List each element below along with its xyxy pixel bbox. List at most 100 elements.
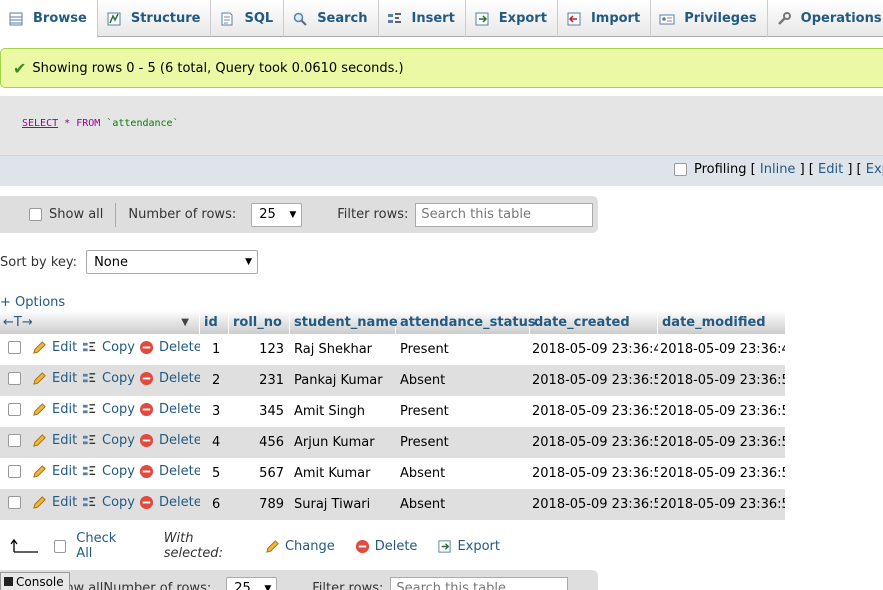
cell-date-modified[interactable]: 2018-05-09 23:36:50 (658, 466, 785, 481)
inline-link[interactable]: Inline (760, 162, 796, 177)
tab-insert[interactable]: Insert (379, 0, 466, 37)
console-button[interactable]: Console (0, 572, 70, 590)
column-header-date-modified[interactable]: date_modified (658, 310, 785, 334)
table-row[interactable]: Edit Copy Delete 2 231 Pankaj Kumar Absent 2018… (0, 365, 785, 396)
cell-student-name[interactable]: Arjun Kumar (290, 435, 396, 450)
show-all-checkbox[interactable] (29, 208, 42, 221)
cell-roll-no[interactable]: 345 (229, 404, 290, 419)
copy-row-button[interactable]: Copy (82, 340, 135, 355)
row-checkbox[interactable] (8, 341, 21, 354)
copy-row-button[interactable]: Copy (82, 495, 135, 510)
edit-row-button[interactable]: Edit (32, 433, 77, 448)
column-header-roll-no[interactable]: roll_no (229, 310, 290, 334)
cell-date-created[interactable]: 2018-05-09 23:36:50 (530, 466, 658, 481)
table-row[interactable]: Edit Copy Delete 6 789 Suraj Tiwari Absent 2018… (0, 489, 785, 520)
cell-date-modified[interactable]: 2018-05-09 23:36:50 (658, 373, 785, 388)
cell-date-created[interactable]: 2018-05-09 23:36:49 (530, 342, 658, 357)
cell-id[interactable]: 4 (200, 435, 229, 450)
cell-date-modified[interactable]: 2018-05-09 23:36:50 (658, 435, 785, 450)
cell-roll-no[interactable]: 231 (229, 373, 290, 388)
export-selected-button[interactable]: Export (437, 539, 500, 554)
table-row[interactable]: Edit Copy Delete 1 123 Raj Shekhar Present 2018… (0, 334, 785, 365)
cell-id[interactable]: 3 (200, 404, 229, 419)
tab-search[interactable]: Search (284, 0, 379, 37)
filter-rows-input[interactable]: Search this table (415, 202, 594, 227)
check-all-checkbox[interactable] (54, 539, 67, 553)
column-header-attendance-status[interactable]: attendance_status (396, 310, 536, 334)
cell-date-created[interactable]: 2018-05-09 23:36:50 (530, 373, 658, 388)
number-of-rows-select[interactable]: 25 ▼ (251, 202, 303, 227)
cell-roll-no[interactable]: 456 (229, 435, 290, 450)
copy-row-button[interactable]: Copy (82, 402, 135, 417)
cell-attendance-status[interactable]: Present (396, 404, 530, 419)
copy-row-button[interactable]: Copy (82, 371, 135, 386)
copy-row-button[interactable]: Copy (82, 433, 135, 448)
tab-privileges[interactable]: Privileges (651, 0, 768, 37)
delete-row-button[interactable]: Delete (139, 371, 200, 386)
check-all-link[interactable]: Check All (76, 531, 132, 561)
explain-link[interactable]: Explain (866, 162, 883, 177)
delete-row-button[interactable]: Delete (139, 340, 200, 355)
cell-date-modified[interactable]: 2018-05-09 23:36:51 (658, 497, 785, 512)
edit-query-link[interactable]: Edit (818, 162, 843, 177)
cell-id[interactable]: 2 (200, 373, 229, 388)
table-row[interactable]: Edit Copy Delete 4 456 Arjun Kumar Present 2018… (0, 427, 785, 458)
row-checkbox[interactable] (8, 434, 21, 447)
delete-selected-button[interactable]: Delete (355, 539, 417, 554)
sql-select-keyword[interactable]: SELECT (22, 118, 58, 129)
cell-attendance-status[interactable]: Absent (396, 466, 530, 481)
delete-row-button[interactable]: Delete (139, 495, 200, 510)
delete-row-button[interactable]: Delete (139, 464, 200, 479)
column-header-student-name[interactable]: student_name (290, 310, 398, 334)
row-checkbox[interactable] (8, 496, 21, 509)
tab-sql[interactable]: SQL (211, 0, 285, 37)
column-header-date-created[interactable]: date_created (530, 310, 658, 334)
cell-student-name[interactable]: Amit Singh (290, 404, 396, 419)
delete-row-button[interactable]: Delete (139, 433, 200, 448)
tab-export[interactable]: Export (466, 0, 558, 37)
cell-roll-no[interactable]: 567 (229, 466, 290, 481)
tab-operations[interactable]: Operations (768, 0, 883, 37)
options-link[interactable]: + Options (0, 295, 65, 310)
cell-id[interactable]: 5 (200, 466, 229, 481)
cell-attendance-status[interactable]: Present (396, 435, 530, 450)
cell-student-name[interactable]: Pankaj Kumar (290, 373, 396, 388)
profiling-checkbox[interactable] (674, 163, 687, 176)
edit-row-button[interactable]: Edit (32, 464, 77, 479)
change-selected-button[interactable]: Change (265, 539, 335, 554)
edit-row-button[interactable]: Edit (32, 495, 77, 510)
table-row[interactable]: Edit Copy Delete 3 345 Amit Singh Present 2018-… (0, 396, 785, 427)
column-menu-icon[interactable]: ▼ (181, 317, 189, 328)
copy-row-button[interactable]: Copy (82, 464, 135, 479)
number-of-rows-select-bottom[interactable]: 25 ▼ (226, 576, 278, 590)
row-checkbox[interactable] (8, 465, 21, 478)
filter-rows-input-bottom[interactable]: Search this table (390, 576, 569, 590)
edit-row-button[interactable]: Edit (32, 340, 77, 355)
cell-id[interactable]: 1 (200, 342, 229, 357)
row-checkbox[interactable] (8, 372, 21, 385)
cell-student-name[interactable]: Amit Kumar (290, 466, 396, 481)
table-row[interactable]: Edit Copy Delete 5 567 Amit Kumar Absent 2018-0… (0, 458, 785, 489)
cell-id[interactable]: 6 (200, 497, 229, 512)
delete-row-button[interactable]: Delete (139, 402, 200, 417)
column-resize-handle[interactable]: ←T→ ▼ (0, 310, 200, 334)
cell-roll-no[interactable]: 123 (229, 342, 290, 357)
cell-date-created[interactable]: 2018-05-09 23:36:50 (530, 435, 658, 450)
cell-student-name[interactable]: Raj Shekhar (290, 342, 396, 357)
column-header-id[interactable]: id (200, 310, 229, 334)
cell-date-modified[interactable]: 2018-05-09 23:36:49 (658, 342, 785, 357)
cell-date-created[interactable]: 2018-05-09 23:36:50 (530, 404, 658, 419)
cell-date-modified[interactable]: 2018-05-09 23:36:50 (658, 404, 785, 419)
tab-import[interactable]: Import (558, 0, 652, 37)
tab-browse[interactable]: Browse (0, 0, 98, 38)
tab-structure[interactable]: Structure (98, 0, 212, 37)
cell-attendance-status[interactable]: Present (396, 342, 530, 357)
row-checkbox[interactable] (8, 403, 21, 416)
edit-row-button[interactable]: Edit (32, 402, 77, 417)
cell-roll-no[interactable]: 789 (229, 497, 290, 512)
cell-attendance-status[interactable]: Absent (396, 497, 530, 512)
edit-row-button[interactable]: Edit (32, 371, 77, 386)
cell-attendance-status[interactable]: Absent (396, 373, 530, 388)
cell-student-name[interactable]: Suraj Tiwari (290, 497, 396, 512)
sort-by-key-select[interactable]: None ▼ (86, 250, 259, 274)
